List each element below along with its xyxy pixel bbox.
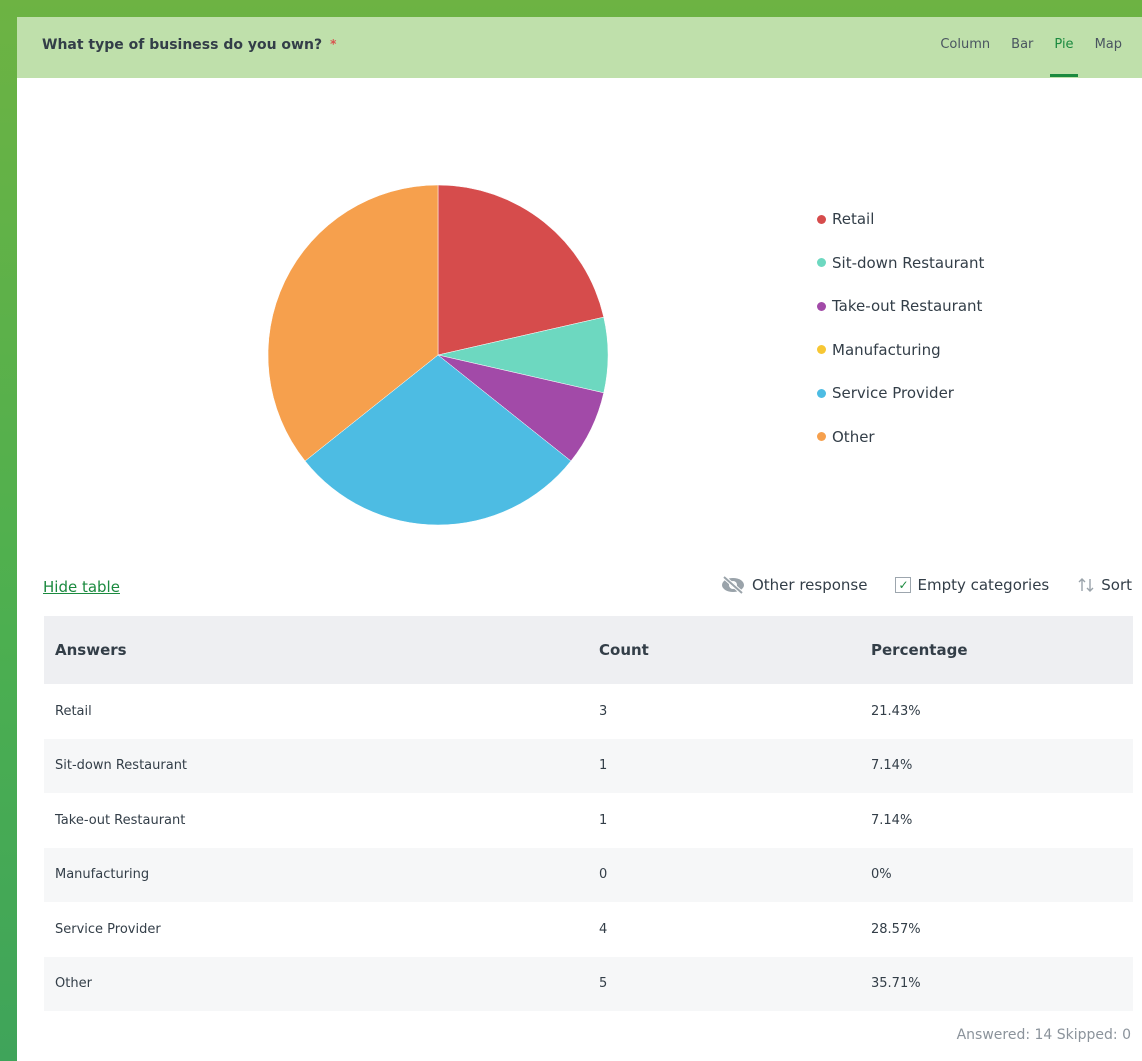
eye-slash-icon [721,575,744,595]
answer-cell: Take-out Restaurant [55,812,186,828]
legend-swatch [817,301,826,311]
tab-bar[interactable]: Bar [1011,37,1033,52]
legend-item[interactable]: Other [817,426,984,448]
legend-item[interactable]: Retail [817,208,984,230]
empty-categories-label: Empty categories [917,576,1050,594]
empty-categories-checkbox[interactable]: ✓ [895,577,912,593]
question-header: What type of business do you own? * Colum… [17,17,1142,78]
answer-cell: Sit-down Restaurant [55,758,188,774]
answer-cell: Other [55,976,92,992]
count-cell: 1 [599,758,608,774]
table-row: Retail 3 21.43% [44,684,1133,739]
hide-table-link[interactable]: Hide table [43,578,120,596]
legend-swatch [817,258,826,267]
legend-swatch [817,388,826,398]
table-header: Answers Count Percentage [44,616,1133,684]
answers-table: Answers Count Percentage Retail 3 21.43%… [44,616,1133,1011]
answer-cell: Manufacturing [55,867,150,883]
count-cell: 4 [599,921,608,937]
legend-item[interactable]: Service Provider [817,382,984,404]
chart-legend: Retail Sit-down Restaurant Take-out Restau… [817,208,984,469]
legend-label: Take-out Restaurant [832,297,983,315]
percentage-cell: 0% [871,867,892,883]
sort-icon [1078,578,1094,592]
legend-label: Manufacturing [832,340,941,359]
legend-label: Retail [832,210,875,228]
table-row: Take-out Restaurant 1 7.14% [44,793,1133,848]
answer-cell: Service Provider [55,921,161,937]
tab-map[interactable]: Map [1095,37,1122,52]
table-row: Sit-down Restaurant 1 7.14% [44,738,1133,793]
other-response-toggle[interactable]: Other response [720,575,868,595]
required-marker: * [330,37,337,51]
answer-cell: Retail [55,703,92,719]
other-response-label: Other response [751,576,868,594]
percentage-cell: 35.71% [871,976,921,992]
percentage-cell: 7.14% [871,758,913,774]
legend-swatch [817,345,826,354]
header-percentage: Percentage [871,641,968,659]
count-cell: 1 [599,812,608,828]
tab-pie[interactable]: Pie [1050,37,1078,77]
percentage-cell: 28.57% [871,921,921,937]
legend-item[interactable]: Take-out Restaurant [817,295,984,317]
count-cell: 3 [599,703,608,719]
percentage-cell: 21.43% [871,703,921,719]
table-row: Manufacturing 0 0% [44,847,1133,902]
legend-swatch [817,214,826,224]
percentage-cell: 7.14% [871,812,913,828]
sort-label: Sort [1101,576,1132,594]
legend-label: Sit-down Restaurant [832,253,985,272]
header-count: Count [599,641,649,659]
count-cell: 5 [599,976,608,992]
legend-swatch [817,432,826,441]
legend-item[interactable]: Sit-down Restaurant [817,252,984,274]
response-summary: Answered: 14 Skipped: 0 [956,1027,1131,1043]
header-answers: Answers [55,641,127,659]
table-toolbar: Other response ✓ Empty categories Sort [720,575,1132,595]
question-title: What type of business do you own? * [42,37,337,53]
chart-type-tabs: Column Bar Pie Map [940,37,1122,77]
legend-label: Other [832,427,875,446]
legend-label: Service Provider [832,384,954,402]
sort-button[interactable]: Sort [1077,576,1132,594]
count-cell: 0 [599,867,608,883]
question-panel: What type of business do you own? * Colum… [17,17,1142,1061]
empty-categories-toggle[interactable]: ✓ Empty categories [895,576,1049,594]
table-row: Service Provider 4 28.57% [44,902,1133,957]
tab-column[interactable]: Column [940,37,990,52]
legend-item[interactable]: Manufacturing [817,339,984,361]
table-row: Other 5 35.71% [44,956,1133,1011]
